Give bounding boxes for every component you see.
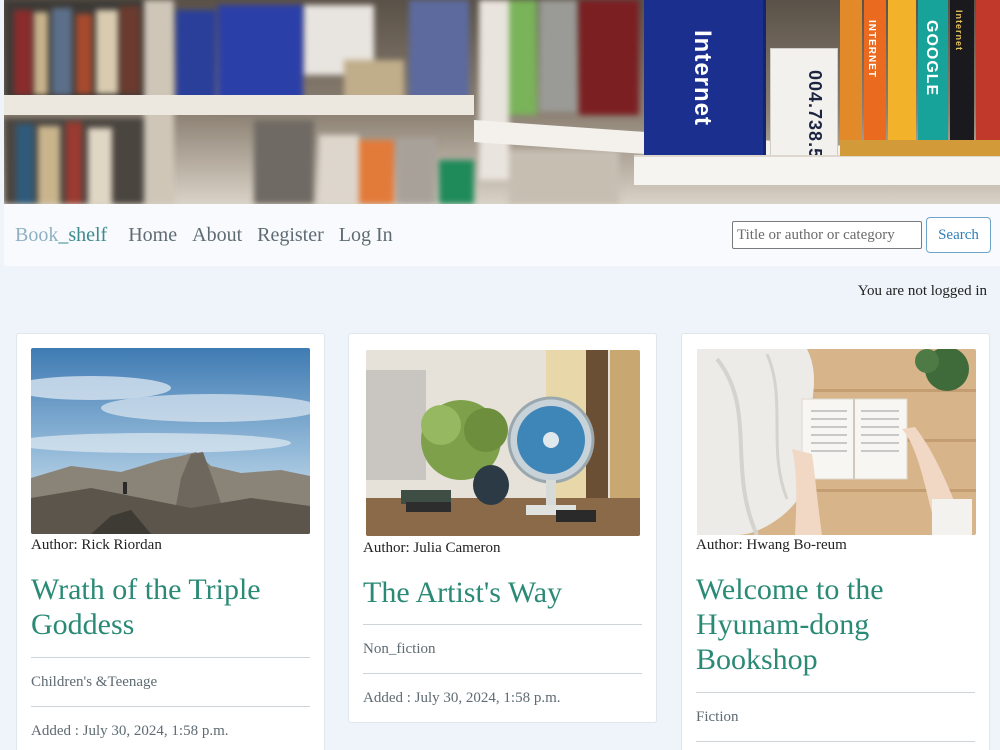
book-card: Author: Hwang Bo-reum Welcome to the Hyu… (681, 333, 990, 750)
book-title[interactable]: The Artist's Way (363, 575, 643, 610)
status-bar: You are not logged in (4, 280, 1000, 304)
divider (31, 657, 310, 658)
book-title[interactable]: Welcome to the Hyunam-dong Bookshop (696, 572, 976, 677)
spine-label-internet-2: INTERNET (866, 20, 877, 78)
nav-links: Home About Register Log In (128, 224, 407, 247)
divider (363, 624, 642, 625)
spine-label-google: GOOGLE (923, 20, 940, 97)
nav-link-login[interactable]: Log In (339, 224, 393, 247)
book-title[interactable]: Wrath of the Triple Goddess (31, 572, 311, 642)
nav-link-register[interactable]: Register (257, 224, 324, 247)
nav-link-home[interactable]: Home (128, 224, 177, 247)
brand-suffix: _shelf (58, 223, 108, 246)
book-cover-image[interactable] (697, 349, 976, 535)
divider (363, 673, 642, 674)
brand-prefix: Book (15, 223, 59, 246)
book-added-date: Added : July 30, 2024, 1:58 p.m. (31, 723, 229, 739)
book-cover-image[interactable] (366, 350, 640, 536)
book-card: Author: Julia Cameron The Artist's Way N… (348, 333, 657, 723)
book-author: Author: Rick Riordan (31, 537, 162, 553)
book-category: Non_fiction (363, 641, 436, 657)
hero-bookshelf-image: Internet 004.738.5 INTERNET GOOGLE Inter… (4, 0, 1000, 204)
book-category: Children's &Teenage (31, 674, 158, 690)
book-author: Author: Hwang Bo-reum (696, 537, 847, 553)
spine-label-call-number: 004.738.5 (805, 70, 825, 160)
login-status-text: You are not logged in (857, 283, 987, 299)
divider (696, 692, 975, 693)
divider (31, 706, 310, 707)
search-input[interactable] (732, 221, 922, 249)
book-cover-image[interactable] (31, 348, 310, 534)
spine-label-internet-3: Internet (954, 10, 964, 52)
book-card: Author: Rick Riordan Wrath of the Triple… (16, 333, 325, 750)
search-form: Search (732, 217, 991, 253)
nav-link-about[interactable]: About (192, 224, 242, 247)
book-added-date: Added : July 30, 2024, 1:58 p.m. (363, 690, 561, 706)
book-category: Fiction (696, 709, 739, 725)
spine-label-internet: Internet (689, 30, 716, 127)
brand-logo-link[interactable]: Book_shelf (15, 224, 107, 247)
book-author: Author: Julia Cameron (363, 540, 501, 556)
divider (696, 741, 975, 742)
search-button[interactable]: Search (926, 217, 991, 253)
navbar: Book_shelf Home About Register Log In Se… (4, 204, 1000, 266)
